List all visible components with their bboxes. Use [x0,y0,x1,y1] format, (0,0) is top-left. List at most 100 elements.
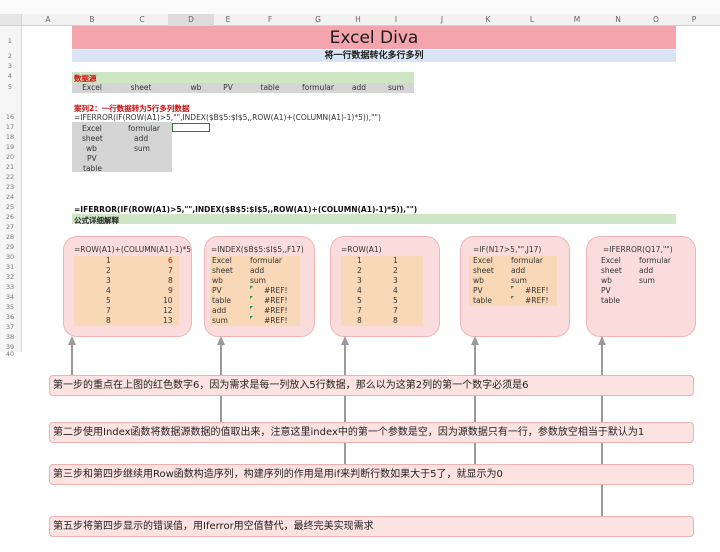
row-header[interactable]: 3 [0,62,20,70]
row-header[interactable]: 27 [0,223,20,231]
source-cell[interactable]: PV [210,83,246,93]
column-header-f[interactable]: F [260,14,280,26]
result-cell[interactable]: formular [128,124,160,133]
row-header[interactable]: 33 [0,283,20,291]
panel-cell[interactable]: 5 [393,296,398,306]
row-header[interactable]: 36 [0,313,20,321]
panel-cell[interactable]: formular [511,256,543,266]
panel-cell[interactable]: 12 [163,306,173,316]
row-header[interactable]: 40 [0,350,20,358]
panel-cell[interactable]: 2 [357,266,362,276]
row-header[interactable]: 20 [0,153,20,161]
panel-cell[interactable]: table [601,296,620,306]
row-header[interactable]: 30 [0,253,20,261]
row-header[interactable]: 24 [0,193,20,201]
source-cell[interactable]: add [344,83,374,93]
source-cell[interactable]: Excel [72,83,112,93]
column-header-n[interactable]: N [608,14,628,26]
panel-cell[interactable]: sum [212,316,228,326]
panel-cell[interactable]: 4 [357,286,362,296]
error-cell[interactable]: #REF! [264,296,288,306]
row-header[interactable]: 2 [0,52,20,60]
row-header[interactable]: 28 [0,233,20,241]
select-all-corner[interactable] [0,14,22,26]
column-header-c[interactable]: C [132,14,152,26]
panel-cell[interactable]: sheet [212,266,233,276]
panel-cell[interactable]: formular [639,256,671,266]
column-header-g[interactable]: G [308,14,328,26]
column-header-h[interactable]: H [348,14,368,26]
result-cell[interactable]: PV [87,154,97,163]
panel-cell[interactable]: 8 [357,316,362,326]
panel-cell[interactable]: add [639,266,653,276]
panel-cell[interactable]: PV [212,286,222,296]
panel-cell[interactable]: sheet [473,266,494,276]
panel-cell[interactable]: 2 [393,266,398,276]
column-header-b[interactable]: B [82,14,102,26]
error-cell[interactable]: #REF! [525,296,549,306]
source-cell[interactable]: table [252,83,288,93]
row-header[interactable]: 19 [0,143,20,151]
panel-cell[interactable]: 4 [393,286,398,296]
panel-cell[interactable]: 1 [393,256,398,266]
row-header[interactable]: 1 [0,37,20,45]
panel-cell[interactable]: 7 [168,266,173,276]
panel-cell[interactable]: 1 [357,256,362,266]
row-header[interactable]: 5 [0,83,20,91]
panel-cell[interactable]: PV [601,286,611,296]
column-header-p[interactable]: P [684,14,704,26]
panel-cell[interactable]: 7 [357,306,362,316]
column-header-m[interactable]: M [567,14,587,26]
column-header-e[interactable]: E [218,14,238,26]
panel-cell[interactable]: 13 [163,316,173,326]
panel-cell[interactable]: sheet [601,266,622,276]
result-cell[interactable]: table [83,164,102,173]
row-header[interactable]: 22 [0,173,20,181]
active-cell-selection[interactable] [172,123,210,132]
row-header[interactable]: 25 [0,203,20,211]
row-header[interactable]: 4 [0,72,20,80]
result-cell[interactable]: sheet [82,134,103,143]
source-cell[interactable]: sheet [117,83,165,93]
panel-cell[interactable]: 5 [357,296,362,306]
panel-cell[interactable]: formular [250,256,282,266]
panel-cell[interactable]: wb [473,276,484,286]
panel-cell[interactable]: table [212,296,231,306]
panel-cell[interactable]: add [511,266,525,276]
row-header[interactable]: 29 [0,243,20,251]
panel-cell[interactable]: wb [212,276,223,286]
panel-cell[interactable]: 10 [163,296,173,306]
column-header-j[interactable]: J [432,14,452,26]
error-cell[interactable]: #REF! [264,286,288,296]
result-cell[interactable]: Excel [82,124,102,133]
panel-cell[interactable]: table [473,296,492,306]
column-header-l[interactable]: L [522,14,542,26]
panel-cell[interactable]: 4 [106,286,111,296]
panel-cell[interactable]: 3 [393,276,398,286]
panel-cell[interactable]: add [212,306,226,316]
column-header-d[interactable]: D [168,14,214,26]
column-header-k[interactable]: K [478,14,498,26]
column-header-o[interactable]: O [646,14,666,26]
panel-cell[interactable]: 8 [393,316,398,326]
error-cell[interactable]: #REF! [525,286,549,296]
row-header[interactable]: 26 [0,213,20,221]
source-cell[interactable]: formular [298,83,338,93]
column-header-a[interactable]: A [38,14,58,26]
panel-cell[interactable]: PV [473,286,483,296]
row-header[interactable]: 17 [0,123,20,131]
highlight-number[interactable]: 6 [168,256,173,266]
panel-cell[interactable]: wb [601,276,612,286]
result-cell[interactable]: sum [134,144,150,153]
panel-cell[interactable]: Excel [601,256,621,266]
row-header[interactable]: 31 [0,263,20,271]
error-cell[interactable]: #REF! [264,316,288,326]
panel-cell[interactable]: 3 [357,276,362,286]
panel-cell[interactable]: 8 [106,316,111,326]
source-cell[interactable]: sum [382,83,410,93]
panel-cell[interactable]: sum [511,276,527,286]
row-header[interactable]: 32 [0,273,20,281]
panel-cell[interactable]: 7 [393,306,398,316]
row-header[interactable]: 16 [0,113,20,121]
result-cell[interactable]: add [134,134,148,143]
